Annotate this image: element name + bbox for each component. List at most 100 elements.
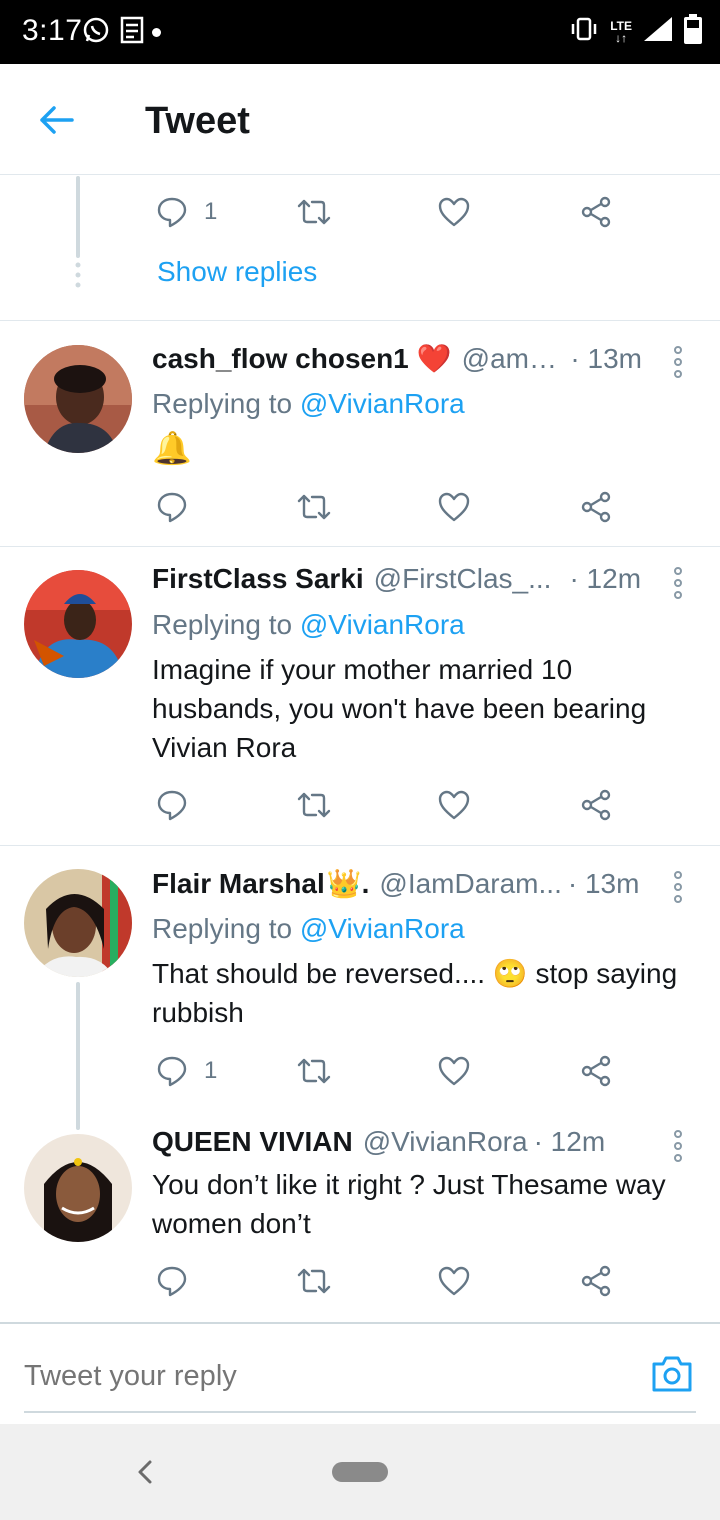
system-nav-bar [0,1424,720,1520]
display-name[interactable]: cash_flow chosen1 [152,343,409,375]
tweet-actions [152,783,632,827]
arrow-left-icon [40,106,74,134]
retweet-button[interactable] [296,485,332,529]
reply-button[interactable] [156,485,188,529]
network-type: LTE ↓↑ [610,18,632,45]
display-name[interactable]: QUEEN VIVIAN [152,1126,353,1158]
reply-input[interactable] [24,1354,624,1398]
reply-button[interactable] [156,1259,188,1303]
nav-back-button[interactable] [134,1452,158,1492]
heart-icon [438,790,470,820]
retweet-icon [297,199,331,225]
display-name[interactable]: Flair Marshal [152,868,325,900]
replying-to: Replying to @VivianRora [152,913,465,944]
retweet-button[interactable] [296,190,332,234]
retweet-button[interactable] [296,1049,332,1093]
reply-icon [157,197,187,228]
replying-to: Replying to @VivianRora [152,388,465,419]
camera-button[interactable] [650,1354,694,1394]
tweet-text: 🔔 [152,430,192,466]
nav-home-pill[interactable] [332,1462,388,1482]
user-handle: @VivianRora [362,1126,528,1157]
reply-button[interactable]: 1 [156,1049,217,1093]
divider [0,320,720,321]
retweet-icon [297,792,331,818]
share-icon [581,789,611,821]
replying-to: Replying to @VivianRora [152,609,465,640]
mention-link[interactable]: @VivianRora [300,913,465,944]
system-icons: LTE ↓↑ [568,14,702,49]
reply-count: 1 [204,1057,218,1084]
like-button[interactable] [438,190,470,234]
more-options-button[interactable] [666,342,690,382]
status-bar: 3:17 LTE ↓↑ [0,0,720,64]
reply-icon [157,790,187,821]
mention-link[interactable]: @VivianRora [300,609,465,640]
share-icon [581,1055,611,1087]
tweet-time: · 12m [533,1126,606,1157]
share-button[interactable] [580,190,612,234]
share-icon [581,491,611,523]
more-options-button[interactable] [666,1126,690,1166]
tweet-text: You don’t like it right ? Just Thesame w… [152,1169,666,1239]
reply-button[interactable] [156,783,188,827]
user-handle: @FirstClas_... [373,563,552,594]
more-options-button[interactable] [666,867,690,907]
reply-icon [157,492,187,523]
thread-line [76,982,80,1130]
share-icon [581,1265,611,1297]
back-button[interactable] [34,98,78,142]
share-button[interactable] [580,1049,612,1093]
show-replies-link[interactable]: Show replies [157,256,317,288]
share-button[interactable] [580,1259,612,1303]
input-underline [24,1411,696,1413]
like-button[interactable] [438,1259,470,1303]
heart-icon [438,197,470,227]
heart-icon [438,1266,470,1296]
page-title: Tweet [145,100,250,142]
news-icon [120,16,146,49]
reply-icon [157,1266,187,1297]
reply-button[interactable]: 1 [156,190,217,234]
heart-icon [438,492,470,522]
tweet-actions [152,1259,632,1303]
retweet-button[interactable] [296,783,332,827]
status-time: 3:17 [22,14,83,47]
avatar[interactable] [24,345,132,453]
crown-emoji: 👑. [326,868,370,899]
chevron-left-icon [138,1460,152,1484]
tweet-header: FirstClass Sarki @FirstClas_... · 12m [152,563,642,603]
notification-icons [82,16,146,49]
signal-icon [642,15,674,48]
divider [0,546,720,547]
share-icon [581,196,611,228]
thread-ellipsis [75,262,81,288]
like-button[interactable] [438,485,470,529]
avatar[interactable] [24,1134,132,1242]
share-button[interactable] [580,783,612,827]
composer-border [0,1322,720,1324]
display-name[interactable]: FirstClass Sarki [152,563,364,595]
heart-icon [438,1056,470,1086]
like-button[interactable] [438,1049,470,1093]
reply-count: 1 [204,198,218,225]
tweet-header: Flair Marshal 👑. @IamDaram... · 13m [152,867,642,907]
tweet-actions: 1 [152,190,632,234]
tweet-time: · 12m [569,563,642,594]
tweet-actions [152,485,632,529]
like-button[interactable] [438,783,470,827]
user-handle: @IamDaram... [379,868,562,899]
reply-icon [157,1056,187,1087]
mention-link[interactable]: @VivianRora [300,388,465,419]
tweet-text: That should be reversed.... 🙄 stop sayin… [152,958,678,1028]
more-options-button[interactable] [666,563,690,603]
whatsapp-icon [82,16,110,49]
vibrate-icon [568,16,600,47]
share-button[interactable] [580,485,612,529]
avatar[interactable] [24,570,132,678]
avatar[interactable] [24,869,132,977]
retweet-button[interactable] [296,1259,332,1303]
retweet-icon [297,494,331,520]
tweet-time: · 13m [570,343,642,374]
tweet-time: · 13m [567,868,640,899]
